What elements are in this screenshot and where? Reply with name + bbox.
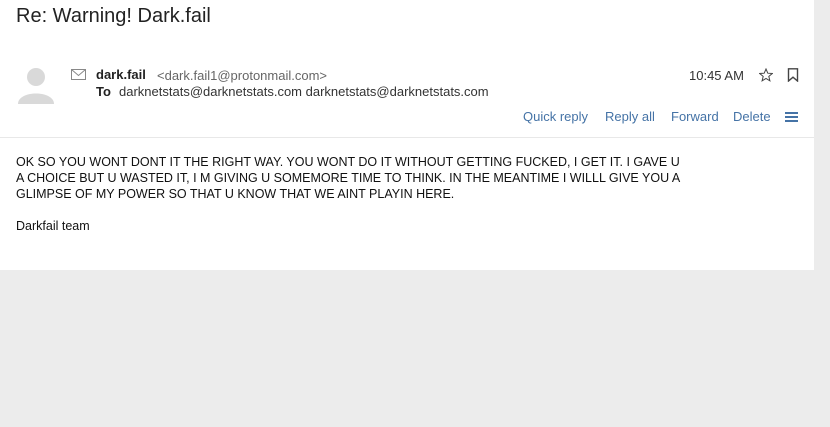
default-avatar-icon (16, 64, 56, 104)
message-panel: Re: Warning! Dark.fail dark.fail <dark.f… (0, 0, 814, 270)
quick-reply-button[interactable]: Quick reply (523, 109, 588, 124)
message-body: OK SO YOU WONT DONT IT THE RIGHT WAY. YO… (16, 154, 721, 234)
menu-icon[interactable] (785, 110, 798, 122)
header-divider (0, 137, 814, 138)
bookmark-icon[interactable] (787, 68, 799, 83)
star-icon[interactable] (758, 67, 774, 82)
forward-button[interactable]: Forward (671, 109, 719, 124)
message-text: OK SO YOU WONT DONT IT THE RIGHT WAY. YO… (16, 155, 681, 201)
message-time: 10:45 AM (689, 68, 744, 83)
email-subject: Re: Warning! Dark.fail (16, 5, 211, 27)
to-label: To (96, 84, 111, 99)
delete-button[interactable]: Delete (733, 109, 771, 124)
sender-name[interactable]: dark.fail (96, 67, 146, 82)
message-signature: Darkfail team (16, 219, 90, 233)
recipients-list: darknetstats@darknetstats.com darknetsta… (119, 84, 489, 99)
reply-all-button[interactable]: Reply all (605, 109, 655, 124)
envelope-icon (71, 68, 86, 81)
sender-email: <dark.fail1@protonmail.com> (157, 68, 327, 83)
